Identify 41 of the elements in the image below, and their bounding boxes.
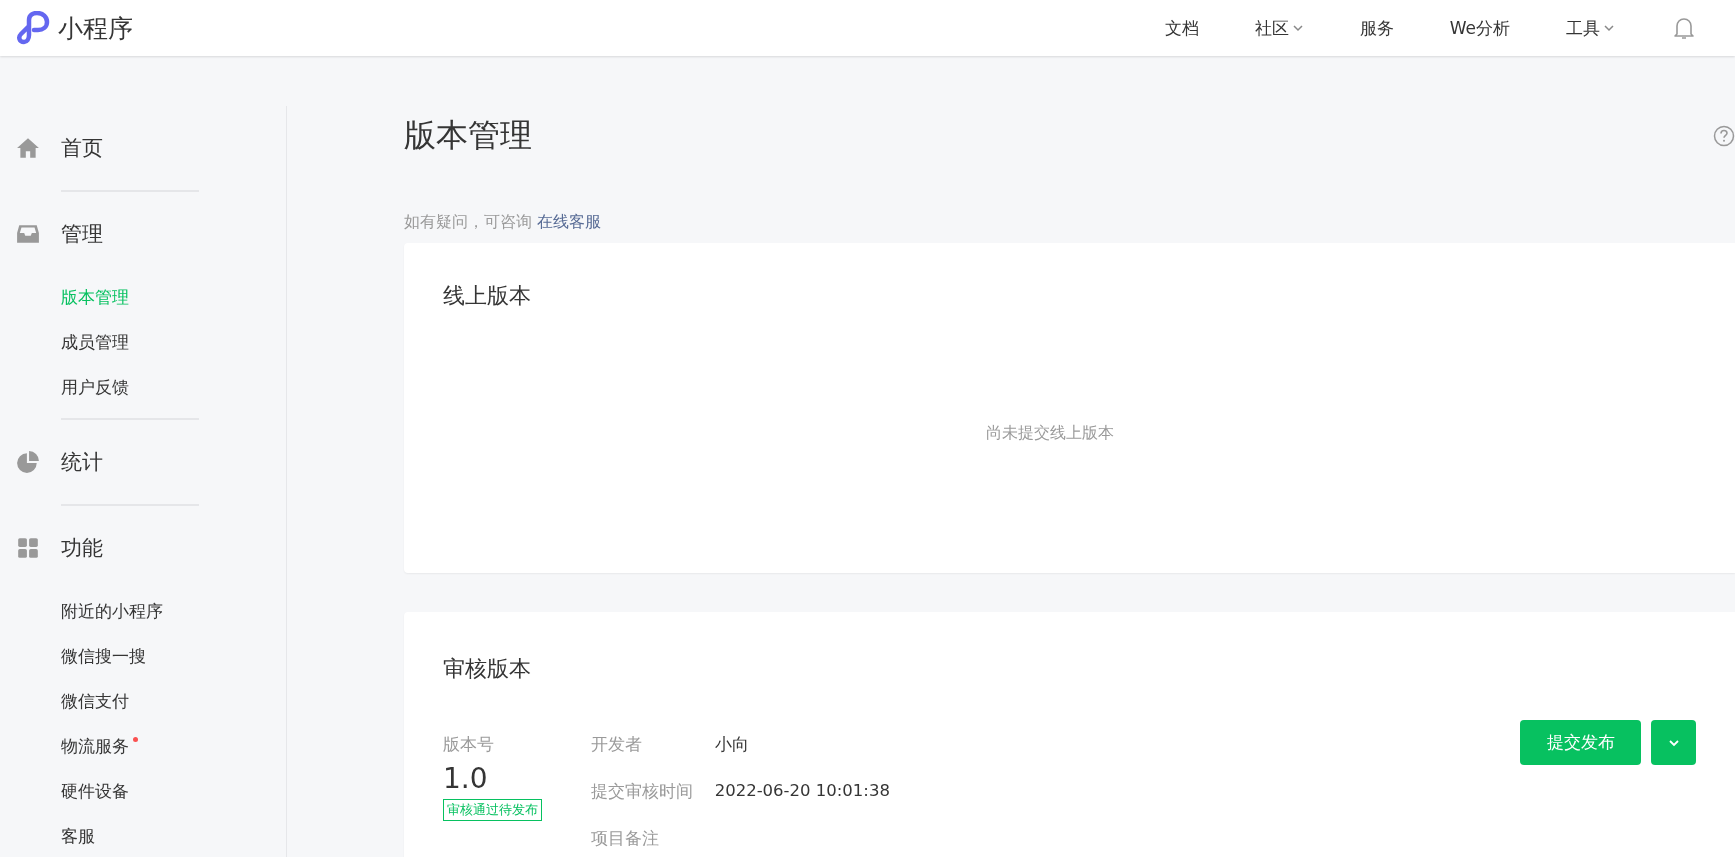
sidebar-section[interactable]: 首页 bbox=[61, 134, 103, 162]
sidebar-section[interactable]: 功能 bbox=[61, 534, 103, 562]
page-title: 版本管理 bbox=[404, 115, 532, 156]
sidebar-item[interactable]: 微信支付 bbox=[61, 691, 129, 713]
card-title: 审核版本 bbox=[443, 655, 532, 683]
nav-link[interactable]: 服务 bbox=[1359, 16, 1394, 40]
bell-icon[interactable] bbox=[1673, 16, 1695, 40]
nav-link[interactable]: 社区 bbox=[1254, 16, 1304, 40]
help-icon[interactable] bbox=[1713, 125, 1735, 147]
nav-link[interactable]: We分析 bbox=[1449, 16, 1510, 40]
help-text: 如有疑问，可咨询 在线客服 bbox=[404, 212, 603, 233]
sidebar-item[interactable]: 物流服务 bbox=[61, 736, 129, 758]
empty-message: 尚未提交线上版本 bbox=[984, 423, 1115, 444]
caret-icon bbox=[1291, 22, 1304, 34]
sidebar-item[interactable]: 客服 bbox=[61, 826, 95, 848]
field-label: 提交审核时间 bbox=[590, 781, 694, 803]
home-icon bbox=[16, 136, 40, 160]
sidebar-section[interactable]: 管理 bbox=[61, 220, 103, 248]
field-value: 小向 bbox=[714, 734, 750, 756]
grid-icon bbox=[16, 536, 40, 560]
pie-chart-icon bbox=[16, 450, 40, 474]
online-support-link[interactable]: 在线客服 bbox=[537, 212, 602, 231]
sidebar-item[interactable]: 微信搜一搜 bbox=[61, 646, 146, 668]
sidebar-item[interactable]: 成员管理 bbox=[61, 332, 129, 354]
field-label: 开发者 bbox=[590, 734, 643, 756]
field-label: 项目备注 bbox=[590, 828, 660, 850]
nav-link[interactable]: 文档 bbox=[1164, 16, 1199, 40]
caret-icon bbox=[1603, 22, 1615, 34]
logo-icon bbox=[16, 11, 50, 45]
sidebar-item[interactable]: 硬件设备 bbox=[61, 781, 129, 803]
sidebar-item[interactable]: 用户反馈 bbox=[61, 377, 129, 399]
sidebar-section[interactable]: 统计 bbox=[61, 448, 103, 476]
card-title: 线上版本 bbox=[443, 282, 532, 310]
nav-link[interactable]: 工具 bbox=[1566, 16, 1615, 40]
logo-text[interactable]: 小程序 bbox=[58, 11, 133, 45]
version-number: 1.0 bbox=[443, 762, 488, 795]
tray-icon bbox=[16, 222, 40, 246]
version-label: 版本号 bbox=[443, 734, 494, 756]
field-value: 2022-06-20 10:01:38 bbox=[714, 781, 891, 802]
sidebar-item[interactable]: 附近的小程序 bbox=[61, 601, 163, 623]
status-tag: 审核通过待发布 bbox=[443, 799, 542, 821]
